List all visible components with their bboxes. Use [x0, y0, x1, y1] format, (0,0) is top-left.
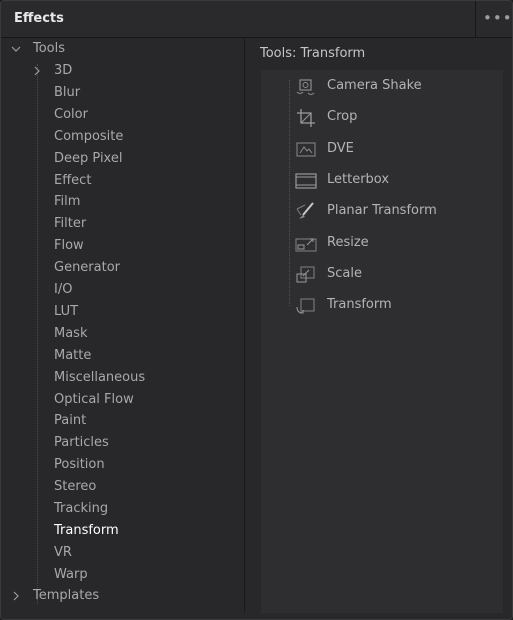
tree-item-label: I/O [54, 282, 73, 297]
tree-item-mask[interactable]: Mask [5, 323, 240, 345]
tree-item-lut[interactable]: LUT [5, 301, 240, 323]
tree-item-label: Matte [54, 347, 92, 363]
tree-item-miscellaneous[interactable]: Miscellaneous [5, 367, 240, 389]
tree-item-generator[interactable]: Generator [5, 257, 240, 279]
tool-item-label: Scale [327, 265, 362, 281]
tree-item-label: LUT [54, 303, 79, 319]
letterbox-icon [295, 170, 317, 192]
tool-item-scale[interactable]: Scale [261, 262, 503, 288]
dve-icon [295, 139, 317, 161]
tree-item-label: Flow [54, 238, 84, 254]
tools-path-label: Tools: Transform [260, 46, 366, 61]
tool-item-label: DVE [327, 140, 354, 156]
header-divider [475, 1, 476, 37]
tree-item-label: Particles [54, 435, 109, 451]
tree-item-label: Optical Flow [54, 391, 134, 407]
tree-item-label: Composite [54, 128, 124, 144]
tree-item-effect[interactable]: Effect [5, 170, 240, 192]
tool-item-label: Camera Shake [327, 78, 422, 93]
tree-item-label: Transform [54, 522, 119, 538]
tool-item-planar-transform[interactable]: Planar Transform [261, 199, 503, 225]
tree-item-vr[interactable]: VR [5, 542, 240, 564]
tree-item-label: Tracking [54, 501, 109, 516]
tree-item-color[interactable]: Color [5, 104, 240, 126]
tree-item-label: VR [54, 544, 72, 560]
tool-item-dve[interactable]: DVE [261, 137, 503, 163]
tree-item-blur[interactable]: Blur [5, 82, 240, 104]
effects-panel: Effects ••• Tools 3D Blur Color Composite Dee… [0, 0, 513, 620]
tree-item-label: Paint [54, 413, 87, 429]
tree-item-deep-pixel[interactable]: Deep Pixel [5, 148, 240, 170]
tree-item-label: Stereo [54, 479, 97, 495]
tree-item-label: Templates [33, 588, 100, 603]
tree-item-templates[interactable]: Templates [5, 585, 240, 607]
transform-icon [295, 295, 317, 317]
tree-item-particles[interactable]: Particles [5, 432, 240, 454]
tree-item-optical-flow[interactable]: Optical Flow [5, 389, 240, 411]
chevron-right-icon[interactable] [31, 60, 43, 82]
tree-item-label: Miscellaneous [54, 369, 146, 385]
chevron-down-icon[interactable] [10, 38, 22, 60]
tool-item-label: Resize [327, 234, 369, 250]
tools-list: Camera Shake Crop DVE Letterbox Planar Trans… [261, 70, 503, 613]
camera-shake-icon [295, 76, 317, 98]
tree-item-label: Filter [54, 216, 87, 232]
crop-icon [295, 107, 317, 129]
tree-item-position[interactable]: Position [5, 454, 240, 476]
tool-item-label: Transform [327, 297, 392, 313]
planar-transform-icon [295, 201, 317, 223]
tree-item-label: Position [54, 457, 105, 473]
tree-item-label: Blur [54, 84, 81, 100]
tree-item-i-o[interactable]: I/O [5, 279, 240, 301]
panel-header: Effects ••• [1, 1, 512, 38]
resize-icon [295, 233, 317, 255]
tree-item-film[interactable]: Film [5, 191, 240, 213]
tree-item-composite[interactable]: Composite [5, 126, 240, 148]
tool-item-label: Planar Transform [327, 203, 437, 219]
tree-item-stereo[interactable]: Stereo [5, 476, 240, 498]
tool-item-resize[interactable]: Resize [261, 231, 503, 257]
tree-item-paint[interactable]: Paint [5, 410, 240, 432]
tree-item-flow[interactable]: Flow [5, 235, 240, 257]
more-options-icon[interactable]: ••• [483, 9, 512, 29]
tool-item-label: Letterbox [327, 171, 390, 187]
effects-tree: Tools 3D Blur Color Composite Deep Pixel Effec… [5, 38, 245, 613]
tree-item-transform[interactable]: Transform [5, 520, 240, 542]
tree-item-tracking[interactable]: Tracking [5, 498, 240, 520]
tree-item-label: Effect [54, 172, 92, 188]
tree-item-label: Color [54, 106, 88, 122]
tool-item-camera-shake[interactable]: Camera Shake [261, 74, 503, 100]
tree-item-label: Generator [54, 260, 121, 276]
tree-item-label: Film [54, 194, 81, 210]
tree-item-label: 3D [54, 63, 73, 78]
panel-title: Effects [14, 11, 64, 26]
chevron-right-icon[interactable] [10, 585, 22, 607]
tree-item-label: Warp [54, 566, 88, 582]
tool-item-letterbox[interactable]: Letterbox [261, 168, 503, 194]
tree-item-filter[interactable]: Filter [5, 213, 240, 235]
tools-pane: Tools: Transform Camera Shake Crop DVE Lett… [245, 38, 512, 619]
tree-item-warp[interactable]: Warp [5, 564, 240, 586]
tree-item-tools[interactable]: Tools [5, 38, 240, 60]
tool-item-label: Crop [327, 109, 358, 125]
tree-item-label: Deep Pixel [54, 150, 123, 166]
tree-item-matte[interactable]: Matte [5, 345, 240, 367]
tool-item-transform[interactable]: Transform [261, 293, 503, 319]
tool-item-crop[interactable]: Crop [261, 105, 503, 131]
tree-item-label: Tools [33, 41, 66, 56]
scale-icon [295, 264, 317, 286]
tree-item-label: Mask [54, 325, 88, 341]
